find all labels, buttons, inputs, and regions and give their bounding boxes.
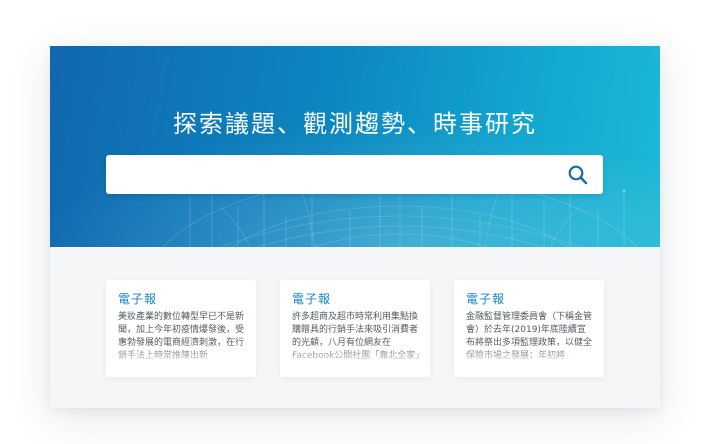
card-fade-overlay [454, 343, 604, 377]
hero-banner: 探索議題、觀測趨勢、時事研究 [50, 46, 660, 247]
card-tag: 電子報 [118, 292, 158, 306]
newsletter-card[interactable]: 電子報 許多超商及超市時常利用集點換購贈具的行銷手法來吸引消費者的光顧，八月有位… [280, 280, 430, 377]
card-fade-overlay [106, 343, 256, 377]
hero-title: 探索議題、觀測趨勢、時事研究 [173, 110, 537, 138]
search-bar [106, 155, 603, 194]
newsletter-card[interactable]: 電子報 金融監督管理委員會（下稱金管會）於去年(2019)年底陸續宣布將祭出多項… [454, 280, 604, 377]
card-fade-overlay [280, 343, 430, 377]
search-input[interactable] [106, 155, 546, 194]
globe-network-background [50, 46, 660, 247]
page-window: 探索議題、觀測趨勢、時事研究 電子報 美妝產業的數位轉型早已不是新聞，加上今年初… [50, 46, 660, 408]
search-button[interactable] [567, 164, 589, 186]
newsletter-card[interactable]: 電子報 美妝產業的數位轉型早已不是新聞，加上今年初疫情爆發後，受惠勃發展的電商經… [106, 280, 256, 377]
search-icon [568, 165, 588, 185]
card-tag: 電子報 [466, 292, 506, 306]
card-tag: 電子報 [292, 292, 332, 306]
newsletter-cards: 電子報 美妝產業的數位轉型早已不是新聞，加上今年初疫情爆發後，受惠勃發展的電商經… [50, 247, 660, 408]
